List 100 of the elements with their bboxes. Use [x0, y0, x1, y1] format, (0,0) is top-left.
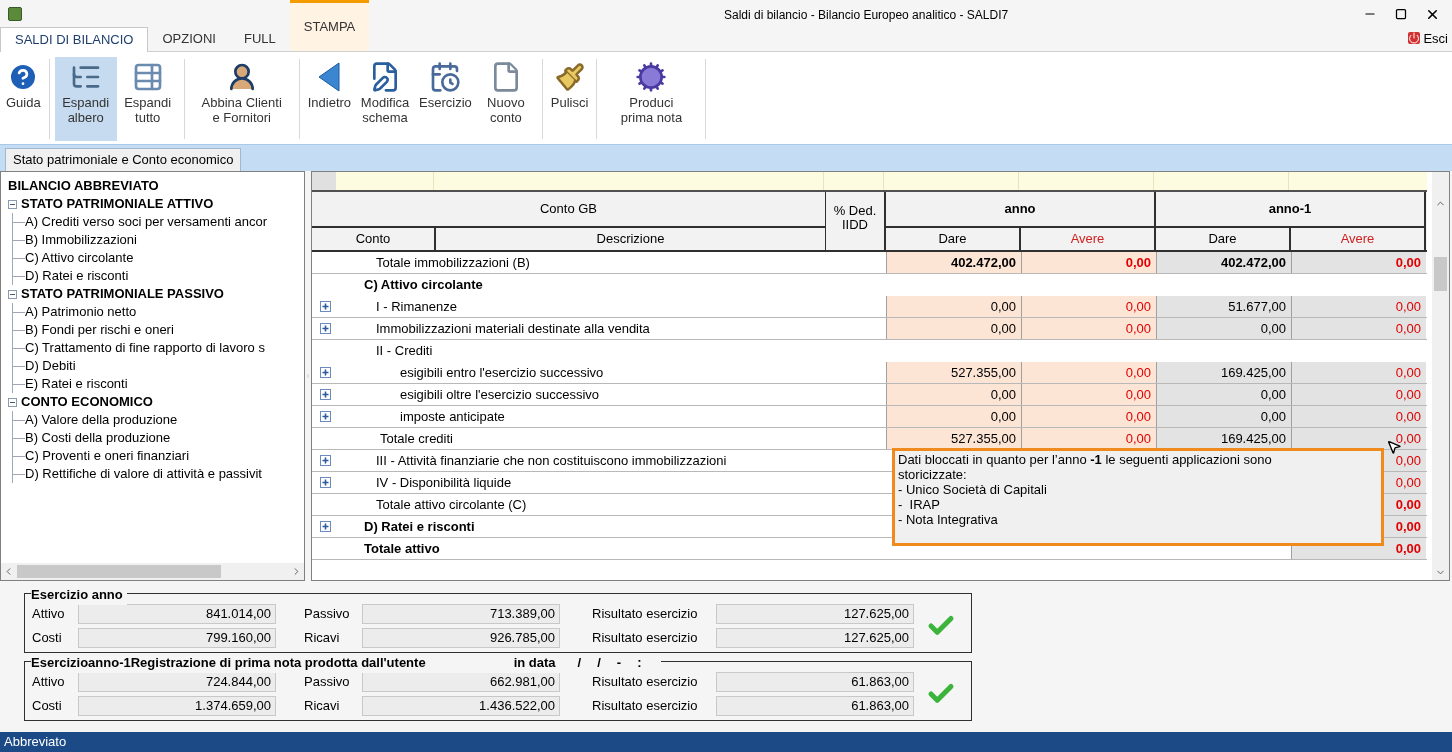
- tree-item[interactable]: C) Attivo circolante: [25, 248, 134, 268]
- status-text: Abbreviato: [4, 733, 67, 752]
- amount-cell: 527.355,00: [886, 362, 1021, 383]
- field-label: Risultato esercizio: [592, 697, 699, 716]
- amount-cell: 402.472,00: [886, 252, 1021, 273]
- amount-cell: 0,00: [1021, 428, 1156, 449]
- grid-row[interactable]: I - Rimanenze 0,00 0,00 51.677,00 0,00: [312, 296, 1427, 318]
- amount-field: 1.374.659,00: [78, 696, 276, 716]
- tree-item[interactable]: A) Valore della produzione: [25, 410, 178, 430]
- view-tab[interactable]: Stato patrimoniale e Conto economico: [5, 148, 242, 171]
- row-label: esigibili oltre l'esercizio successivo: [400, 385, 599, 404]
- amount-cell: 402.472,00: [1156, 252, 1291, 273]
- column-header: Conto GB: [312, 192, 826, 228]
- field-label: Risultato esercizio: [592, 605, 699, 624]
- legend-text: -: [616, 654, 622, 672]
- field-label: Risultato esercizio: [592, 629, 699, 648]
- toolbar-button[interactable]: Pulisci: [547, 57, 592, 141]
- grid-row[interactable]: Immobilizzazioni materiali destinate alla vendita 0,00 0,00 0,00 0,00: [312, 318, 1427, 340]
- amount-cell: 0,00: [1021, 252, 1156, 273]
- amount-cell: 0,00: [1291, 428, 1426, 449]
- menu-tab[interactable]: SALDI DI BILANCIO: [0, 27, 149, 52]
- amount-cell: 169.425,00: [1156, 362, 1291, 383]
- amount-cell: 0,00: [886, 384, 1021, 405]
- amount-cell: 0,00: [886, 406, 1021, 427]
- column-header: % Ded. IIDD: [826, 192, 886, 250]
- amount-field: 61.863,00: [716, 696, 914, 716]
- row-label: Totale immobilizzazioni (B): [376, 253, 530, 272]
- amount-cell: 0,00: [1291, 384, 1426, 405]
- amount-cell: 0,00: [886, 296, 1021, 317]
- legend-text: /: [597, 654, 601, 672]
- tree-root-label[interactable]: BILANCIO ABBREVIATO: [8, 176, 159, 196]
- tree-item[interactable]: C) Proventi e oneri finanziari: [25, 446, 190, 466]
- tree-item[interactable]: A) Crediti verso soci per versamenti ancor: [25, 212, 268, 232]
- field-label: Ricavi: [304, 697, 341, 716]
- tree-item[interactable]: B) Costi della produzione: [25, 428, 171, 448]
- menu-tab[interactable]: OPZIONI: [148, 27, 230, 51]
- toolbar-button[interactable]: Modifica schema: [354, 57, 417, 141]
- legend-text: Registrazione di prima nota prodotta dall'utente: [130, 654, 426, 672]
- amount-field: 1.436.522,00: [362, 696, 560, 716]
- menu-tab[interactable]: FULL: [229, 27, 290, 51]
- toolbar-button[interactable]: Nuovo conto: [474, 57, 537, 141]
- amount-field: 127.625,00: [716, 604, 914, 624]
- field-label: Attivo: [32, 673, 66, 692]
- field-label: Costi: [32, 629, 63, 648]
- tree-group-label[interactable]: STATO PATRIMONIALE ATTIVO: [21, 194, 214, 214]
- amount-field: 662.981,00: [362, 672, 560, 692]
- tree-item[interactable]: B) Fondi per rischi e oneri: [25, 320, 174, 340]
- row-label: imposte anticipate: [400, 407, 505, 426]
- column-header: Avere: [1291, 228, 1426, 250]
- field-label: Passivo: [304, 605, 351, 624]
- amount-cell: 51.677,00: [1156, 296, 1291, 317]
- grid-row[interactable]: esigibili entro l'esercizio successivo 527.355,00 0,00 169.425,00 0,00: [312, 362, 1427, 384]
- amount-cell: 0,00: [1021, 318, 1156, 339]
- tooltip-list-item: - IRAP: [898, 497, 941, 512]
- field-label: Ricavi: [304, 629, 341, 648]
- tree-item[interactable]: D) Ratei e risconti: [25, 266, 129, 286]
- grid-row[interactable]: imposte anticipate 0,00 0,00 0,00 0,00: [312, 406, 1427, 428]
- tree-item[interactable]: C) Trattamento di fine rapporto di lavoro s: [25, 338, 265, 358]
- column-header: Dare: [1156, 228, 1291, 250]
- tree-item[interactable]: B) Immobilizzazioni: [25, 230, 137, 250]
- amount-cell: 0,00: [1021, 384, 1156, 405]
- legend-text: /: [577, 654, 582, 672]
- amount-field: 724.844,00: [78, 672, 276, 692]
- toolbar-button[interactable]: Produci prima nota: [612, 57, 691, 141]
- tooltip-list-item: - Unico Società di Capitali: [898, 482, 1048, 497]
- tree-group-label[interactable]: STATO PATRIMONIALE PASSIVO: [21, 284, 224, 304]
- grid-row[interactable]: esigibili oltre l'esercizio successivo 0,00 0,00 0,00 0,00: [312, 384, 1427, 406]
- amount-cell: 0,00: [1021, 406, 1156, 427]
- legend-text: Esercizio anno: [31, 586, 123, 604]
- toolbar-button[interactable]: Esercizio: [416, 57, 475, 141]
- exit-button[interactable]: Esci: [1408, 28, 1448, 48]
- amount-cell: 527.355,00: [886, 428, 1021, 449]
- amount-field: 713.389,00: [362, 604, 560, 624]
- amount-cell: 0,00: [1156, 406, 1291, 427]
- toolbar-button[interactable]: Espandi tutto: [116, 57, 179, 141]
- amount-cell: 0,00: [1291, 252, 1426, 273]
- toolbar-button[interactable]: Guida: [3, 57, 44, 141]
- tree-item[interactable]: A) Patrimonio netto: [25, 302, 137, 322]
- row-label: I - Rimanenze: [376, 297, 457, 316]
- grid-row[interactable]: C) Attivo circolante: [312, 274, 1427, 296]
- toolbar-button[interactable]: Indietro: [304, 57, 355, 141]
- column-header: anno: [886, 192, 1156, 228]
- row-label: Totale crediti: [380, 429, 453, 448]
- amount-cell: 0,00: [1156, 384, 1291, 405]
- field-label: Passivo: [304, 673, 351, 692]
- tree-item[interactable]: E) Ratei e risconti: [25, 374, 128, 394]
- amount-cell: 0,00: [1291, 406, 1426, 427]
- grid-row[interactable]: II - Crediti: [312, 340, 1427, 362]
- legend-text: Esercizio: [31, 654, 89, 672]
- tree-item[interactable]: D) Debiti: [25, 356, 76, 376]
- amount-cell: 0,00: [886, 318, 1021, 339]
- toolbar-button[interactable]: Espandi albero: [54, 57, 117, 141]
- row-label: Totale attivo circolante (C): [376, 495, 527, 514]
- grid-row[interactable]: Totale immobilizzazioni (B) 402.472,00 0,00 402.472,00 0,00: [312, 252, 1427, 274]
- amount-field: 127.625,00: [716, 628, 914, 648]
- tree-group-label[interactable]: CONTO ECONOMICO: [21, 392, 153, 412]
- menu-tab[interactable]: STAMPA: [289, 0, 370, 51]
- row-label: Immobilizzazioni materiali destinate alla vendita: [376, 319, 650, 338]
- tree-item[interactable]: D) Rettifiche di valore di attività e passivit: [25, 464, 262, 484]
- toolbar-button[interactable]: Abbina Clienti e Fornitori: [193, 57, 290, 141]
